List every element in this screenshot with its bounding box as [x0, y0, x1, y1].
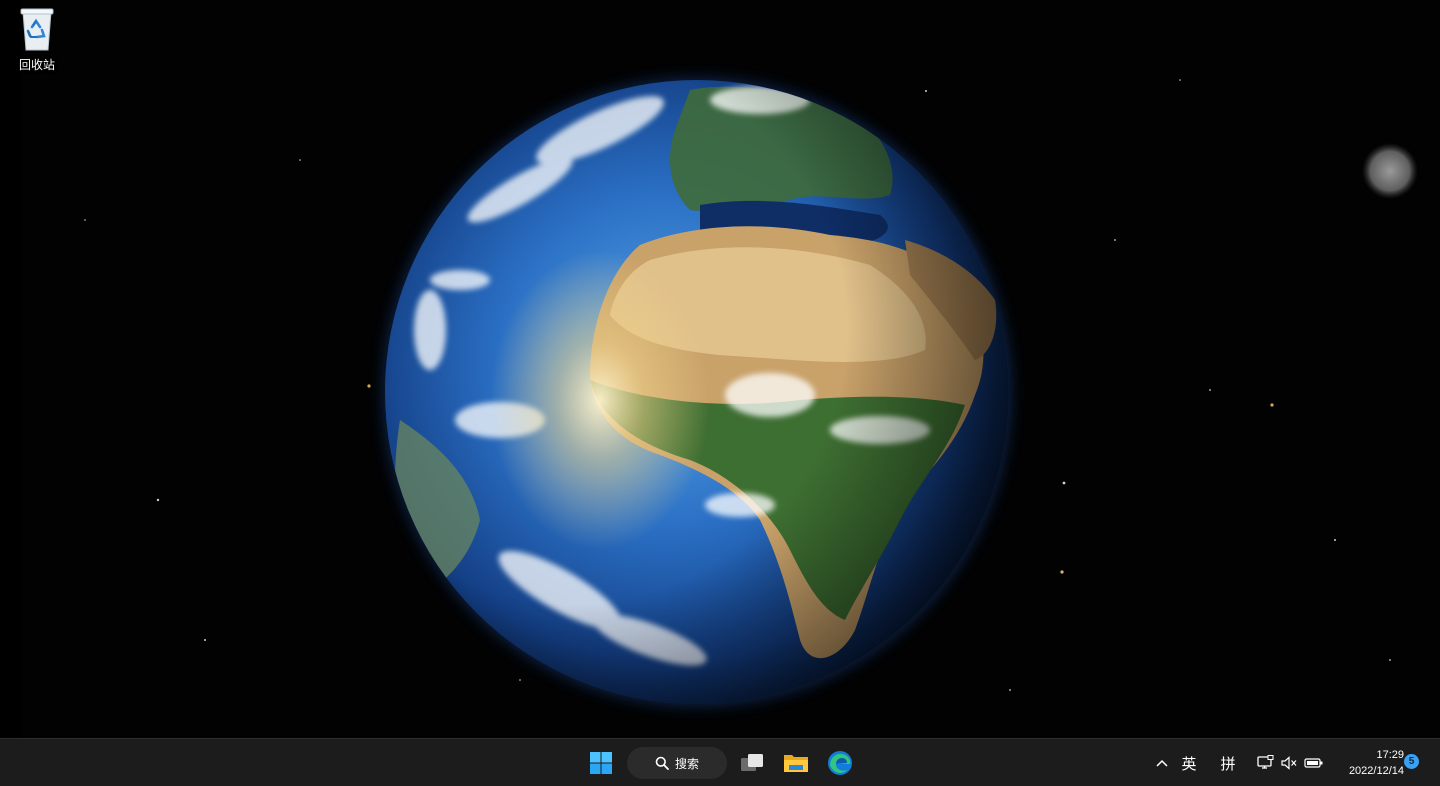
tray-overflow-button[interactable] — [1150, 747, 1174, 779]
chevron-up-icon — [1156, 759, 1168, 767]
ime-mode-button[interactable]: 拼 — [1215, 747, 1241, 779]
edge-browser-button[interactable] — [820, 744, 860, 782]
edge-browser-icon — [828, 751, 852, 775]
task-view-button[interactable] — [732, 744, 772, 782]
start-button[interactable] — [581, 744, 621, 782]
battery-glyph — [1304, 758, 1323, 768]
clock-time: 17:29 — [1376, 749, 1404, 761]
windows-logo-icon — [590, 752, 612, 774]
clock[interactable]: 17:29 2022/12/14 — [1332, 747, 1404, 779]
desktop: 回收站 — [0, 0, 1440, 738]
ime-language-button[interactable]: 英 — [1176, 747, 1202, 779]
network-icon[interactable] — [1254, 747, 1276, 779]
taskbar: 搜索 英 拼 17:29 2022/12/14 — [0, 738, 1440, 786]
left-edge-shade — [0, 0, 22, 738]
notification-badge[interactable]: 5 — [1404, 754, 1419, 769]
moon — [1362, 143, 1418, 199]
search-box[interactable]: 搜索 — [627, 747, 727, 779]
task-view-icon — [741, 754, 763, 771]
recycle-bin-shortcut[interactable]: 回收站 — [8, 6, 66, 78]
earth-wallpaper — [84, 76, 1418, 708]
earth-globe — [381, 76, 1013, 708]
clock-date: 2022/12/14 — [1348, 765, 1404, 777]
volume-muted-icon[interactable] — [1278, 747, 1300, 779]
recycle-bin-label: 回收站 — [18, 58, 55, 72]
search-label: 搜索 — [674, 756, 699, 771]
battery-icon[interactable] — [1302, 747, 1326, 779]
file-explorer-button[interactable] — [776, 744, 816, 782]
recycle-bin-icon — [20, 8, 54, 51]
volume-glyph — [1281, 756, 1297, 770]
file-explorer-icon — [784, 755, 808, 772]
search-icon — [655, 756, 669, 770]
network-glyph — [1257, 755, 1274, 769]
